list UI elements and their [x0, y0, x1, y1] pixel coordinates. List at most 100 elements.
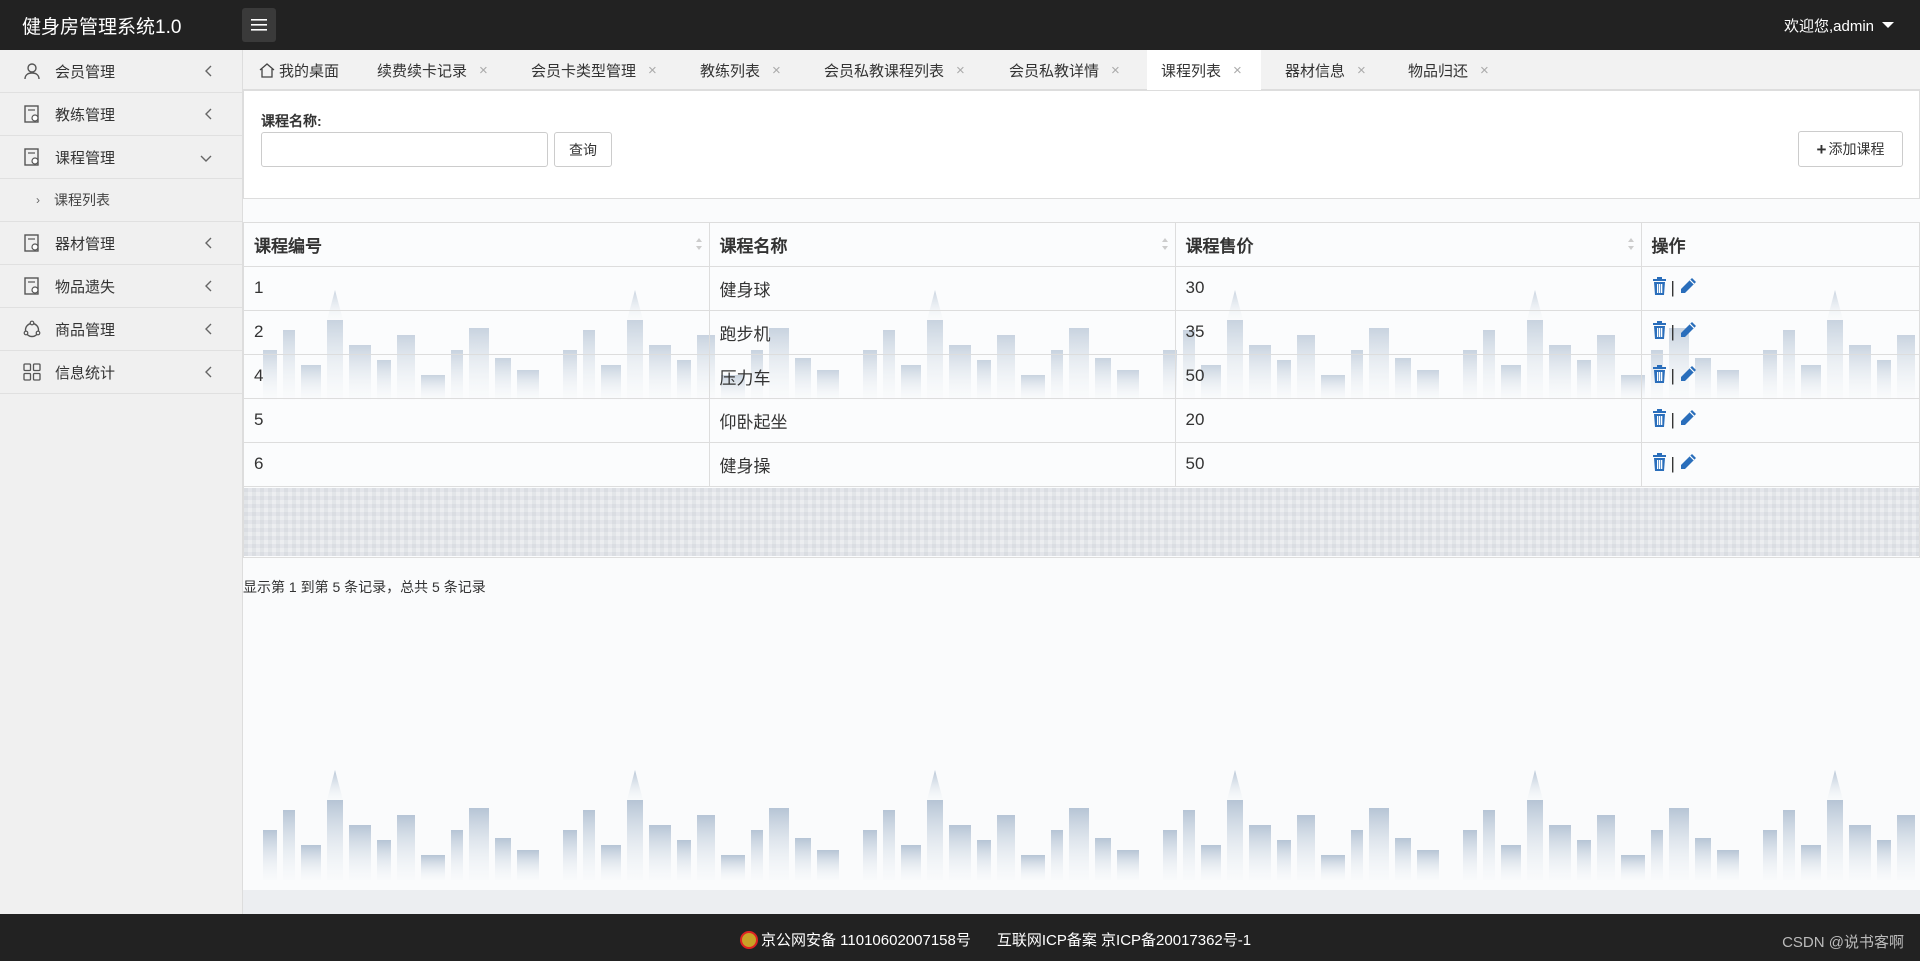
cell-course-id: 1	[244, 266, 710, 311]
cell-actions: |	[1641, 398, 1919, 443]
action-separator: |	[1670, 366, 1675, 385]
icp-record-link[interactable]: 互联网ICP备案 京ICP备20017362号-1	[997, 929, 1251, 950]
cell-course-name: 健身球	[709, 266, 1176, 311]
search-panel: 课程名称: 查询 + 添加课程	[243, 90, 1920, 199]
trash-icon[interactable]	[1652, 408, 1667, 432]
action-separator: |	[1670, 454, 1675, 473]
document-icon	[22, 104, 42, 124]
cell-course-name: 跑步机	[709, 310, 1176, 355]
add-course-button[interactable]: + 添加课程	[1798, 131, 1903, 167]
close-icon[interactable]: ×	[479, 62, 488, 79]
course-name-input[interactable]	[261, 132, 548, 167]
tab-my-desktop[interactable]: 我的桌面	[259, 50, 339, 90]
menu-toggle-button[interactable]	[242, 8, 276, 42]
column-header-course-price[interactable]: 课程售价	[1175, 223, 1642, 267]
close-icon[interactable]: ×	[1357, 62, 1366, 79]
tab-label: 课程列表	[1161, 63, 1222, 80]
column-header-course-id[interactable]: 课程编号	[244, 223, 710, 267]
trash-icon[interactable]	[1652, 364, 1667, 388]
sidebar-item-statistics[interactable]: 信息统计	[0, 351, 242, 394]
cycle-icon	[22, 319, 42, 339]
edit-pencil-icon[interactable]	[1679, 453, 1697, 476]
close-icon[interactable]: ×	[1233, 62, 1242, 79]
chevron-left-icon	[204, 322, 212, 339]
tab-card-type[interactable]: 会员卡类型管理 ×	[531, 50, 657, 90]
cell-actions: |	[1641, 310, 1919, 355]
header-label: 课程售价	[1185, 236, 1254, 256]
document-icon	[22, 233, 42, 253]
hamburger-icon	[251, 19, 267, 31]
plus-icon: +	[1816, 139, 1827, 159]
sidebar-item-courses[interactable]: 课程管理	[0, 136, 242, 179]
tab-private-detail[interactable]: 会员私教详情 ×	[1009, 50, 1120, 90]
cell-course-price: 20	[1175, 398, 1642, 443]
trash-icon[interactable]	[1652, 320, 1667, 344]
home-icon	[259, 62, 275, 78]
action-separator: |	[1670, 410, 1675, 429]
sort-icon[interactable]	[695, 237, 703, 251]
user-icon	[22, 61, 42, 81]
sidebar-item-lost-items[interactable]: 物品遗失	[0, 265, 242, 308]
caret-down-icon	[1882, 22, 1894, 28]
sidebar-item-equipment[interactable]: 器材管理	[0, 222, 242, 265]
tab-course-list[interactable]: 课程列表 ×	[1147, 50, 1261, 91]
close-icon[interactable]: ×	[1480, 62, 1489, 79]
trash-icon[interactable]	[1652, 452, 1667, 476]
sidebar-item-label: 教练管理	[55, 106, 116, 124]
course-table-container: 课程编号 课程名称 课程售价 操作 1 健身球 30 | 2 跑步机 35 | …	[243, 222, 1920, 558]
close-icon[interactable]: ×	[772, 62, 781, 79]
column-header-course-name[interactable]: 课程名称	[709, 223, 1176, 267]
edit-pencil-icon[interactable]	[1679, 409, 1697, 432]
cell-course-id: 2	[244, 310, 710, 355]
footer-records: 京公网安备 11010602007158号 互联网ICP备案 京ICP备2001…	[740, 929, 1251, 950]
close-icon[interactable]: ×	[956, 62, 965, 79]
chevron-left-icon	[204, 236, 212, 253]
edit-pencil-icon[interactable]	[1679, 277, 1697, 300]
welcome-text: 欢迎您,admin	[1783, 18, 1874, 35]
course-name-label: 课程名称:	[261, 113, 322, 129]
edit-pencil-icon[interactable]	[1679, 365, 1697, 388]
police-record-link[interactable]: 京公网安备 11010602007158号	[761, 929, 971, 950]
edit-pencil-icon[interactable]	[1679, 321, 1697, 344]
tab-label: 器材信息	[1285, 62, 1346, 80]
tab-private-course-list[interactable]: 会员私教课程列表 ×	[824, 50, 965, 90]
sidebar-subitem-course-list[interactable]: › 课程列表	[0, 179, 242, 222]
tab-label: 会员卡类型管理	[531, 62, 637, 80]
chevron-left-icon	[204, 64, 212, 81]
tab-item-return[interactable]: 物品归还 ×	[1408, 50, 1489, 90]
cell-course-price: 30	[1175, 266, 1642, 311]
pagination-info: 显示第 1 到第 5 条记录，总共 5 条记录	[243, 579, 486, 595]
sidebar-subitem-label: 课程列表	[54, 192, 110, 208]
chevron-left-icon	[204, 279, 212, 296]
tab-renewal-records[interactable]: 续费续卡记录 ×	[377, 50, 488, 90]
cell-course-price: 35	[1175, 310, 1642, 355]
sidebar-item-members[interactable]: 会员管理	[0, 50, 242, 93]
main-content: 课程名称: 查询 + 添加课程 课程编号 课程名称 课程售价 操作 1 健身球 …	[243, 90, 1920, 914]
cell-course-id: 4	[244, 354, 710, 399]
sidebar-item-label: 物品遗失	[55, 278, 116, 296]
app-title: 健身房管理系统1.0	[22, 17, 182, 38]
trash-icon[interactable]	[1652, 276, 1667, 300]
user-menu[interactable]: 欢迎您,admin	[1784, 15, 1894, 36]
header-label: 操作	[1651, 236, 1686, 256]
tab-coach-list[interactable]: 教练列表 ×	[700, 50, 781, 90]
top-header: 健身房管理系统1.0 欢迎您,admin	[0, 0, 1920, 50]
sidebar-item-products[interactable]: 商品管理	[0, 308, 242, 351]
grid-icon	[22, 362, 42, 382]
csdn-watermark: CSDN @说书客啊	[1782, 934, 1904, 951]
close-icon[interactable]: ×	[1111, 62, 1120, 79]
sort-icon[interactable]	[1161, 237, 1169, 251]
table-row: 5 仰卧起坐 20 |	[244, 398, 1919, 443]
police-emblem-icon	[740, 930, 758, 949]
query-button[interactable]: 查询	[554, 132, 612, 167]
tab-label: 我的桌面	[279, 62, 340, 80]
table-row: 6 健身操 50 |	[244, 442, 1919, 487]
sidebar: 会员管理 教练管理 课程管理 › 课程列表 器材管理 物品遗失 商品管理 信息统…	[0, 50, 243, 914]
sidebar-item-coaches[interactable]: 教练管理	[0, 93, 242, 136]
cell-actions: |	[1641, 442, 1919, 487]
tab-equipment-info[interactable]: 器材信息 ×	[1285, 50, 1366, 90]
chevron-down-icon	[200, 150, 212, 167]
close-icon[interactable]: ×	[648, 62, 657, 79]
cell-course-price: 50	[1175, 354, 1642, 399]
sort-icon[interactable]	[1627, 237, 1635, 251]
